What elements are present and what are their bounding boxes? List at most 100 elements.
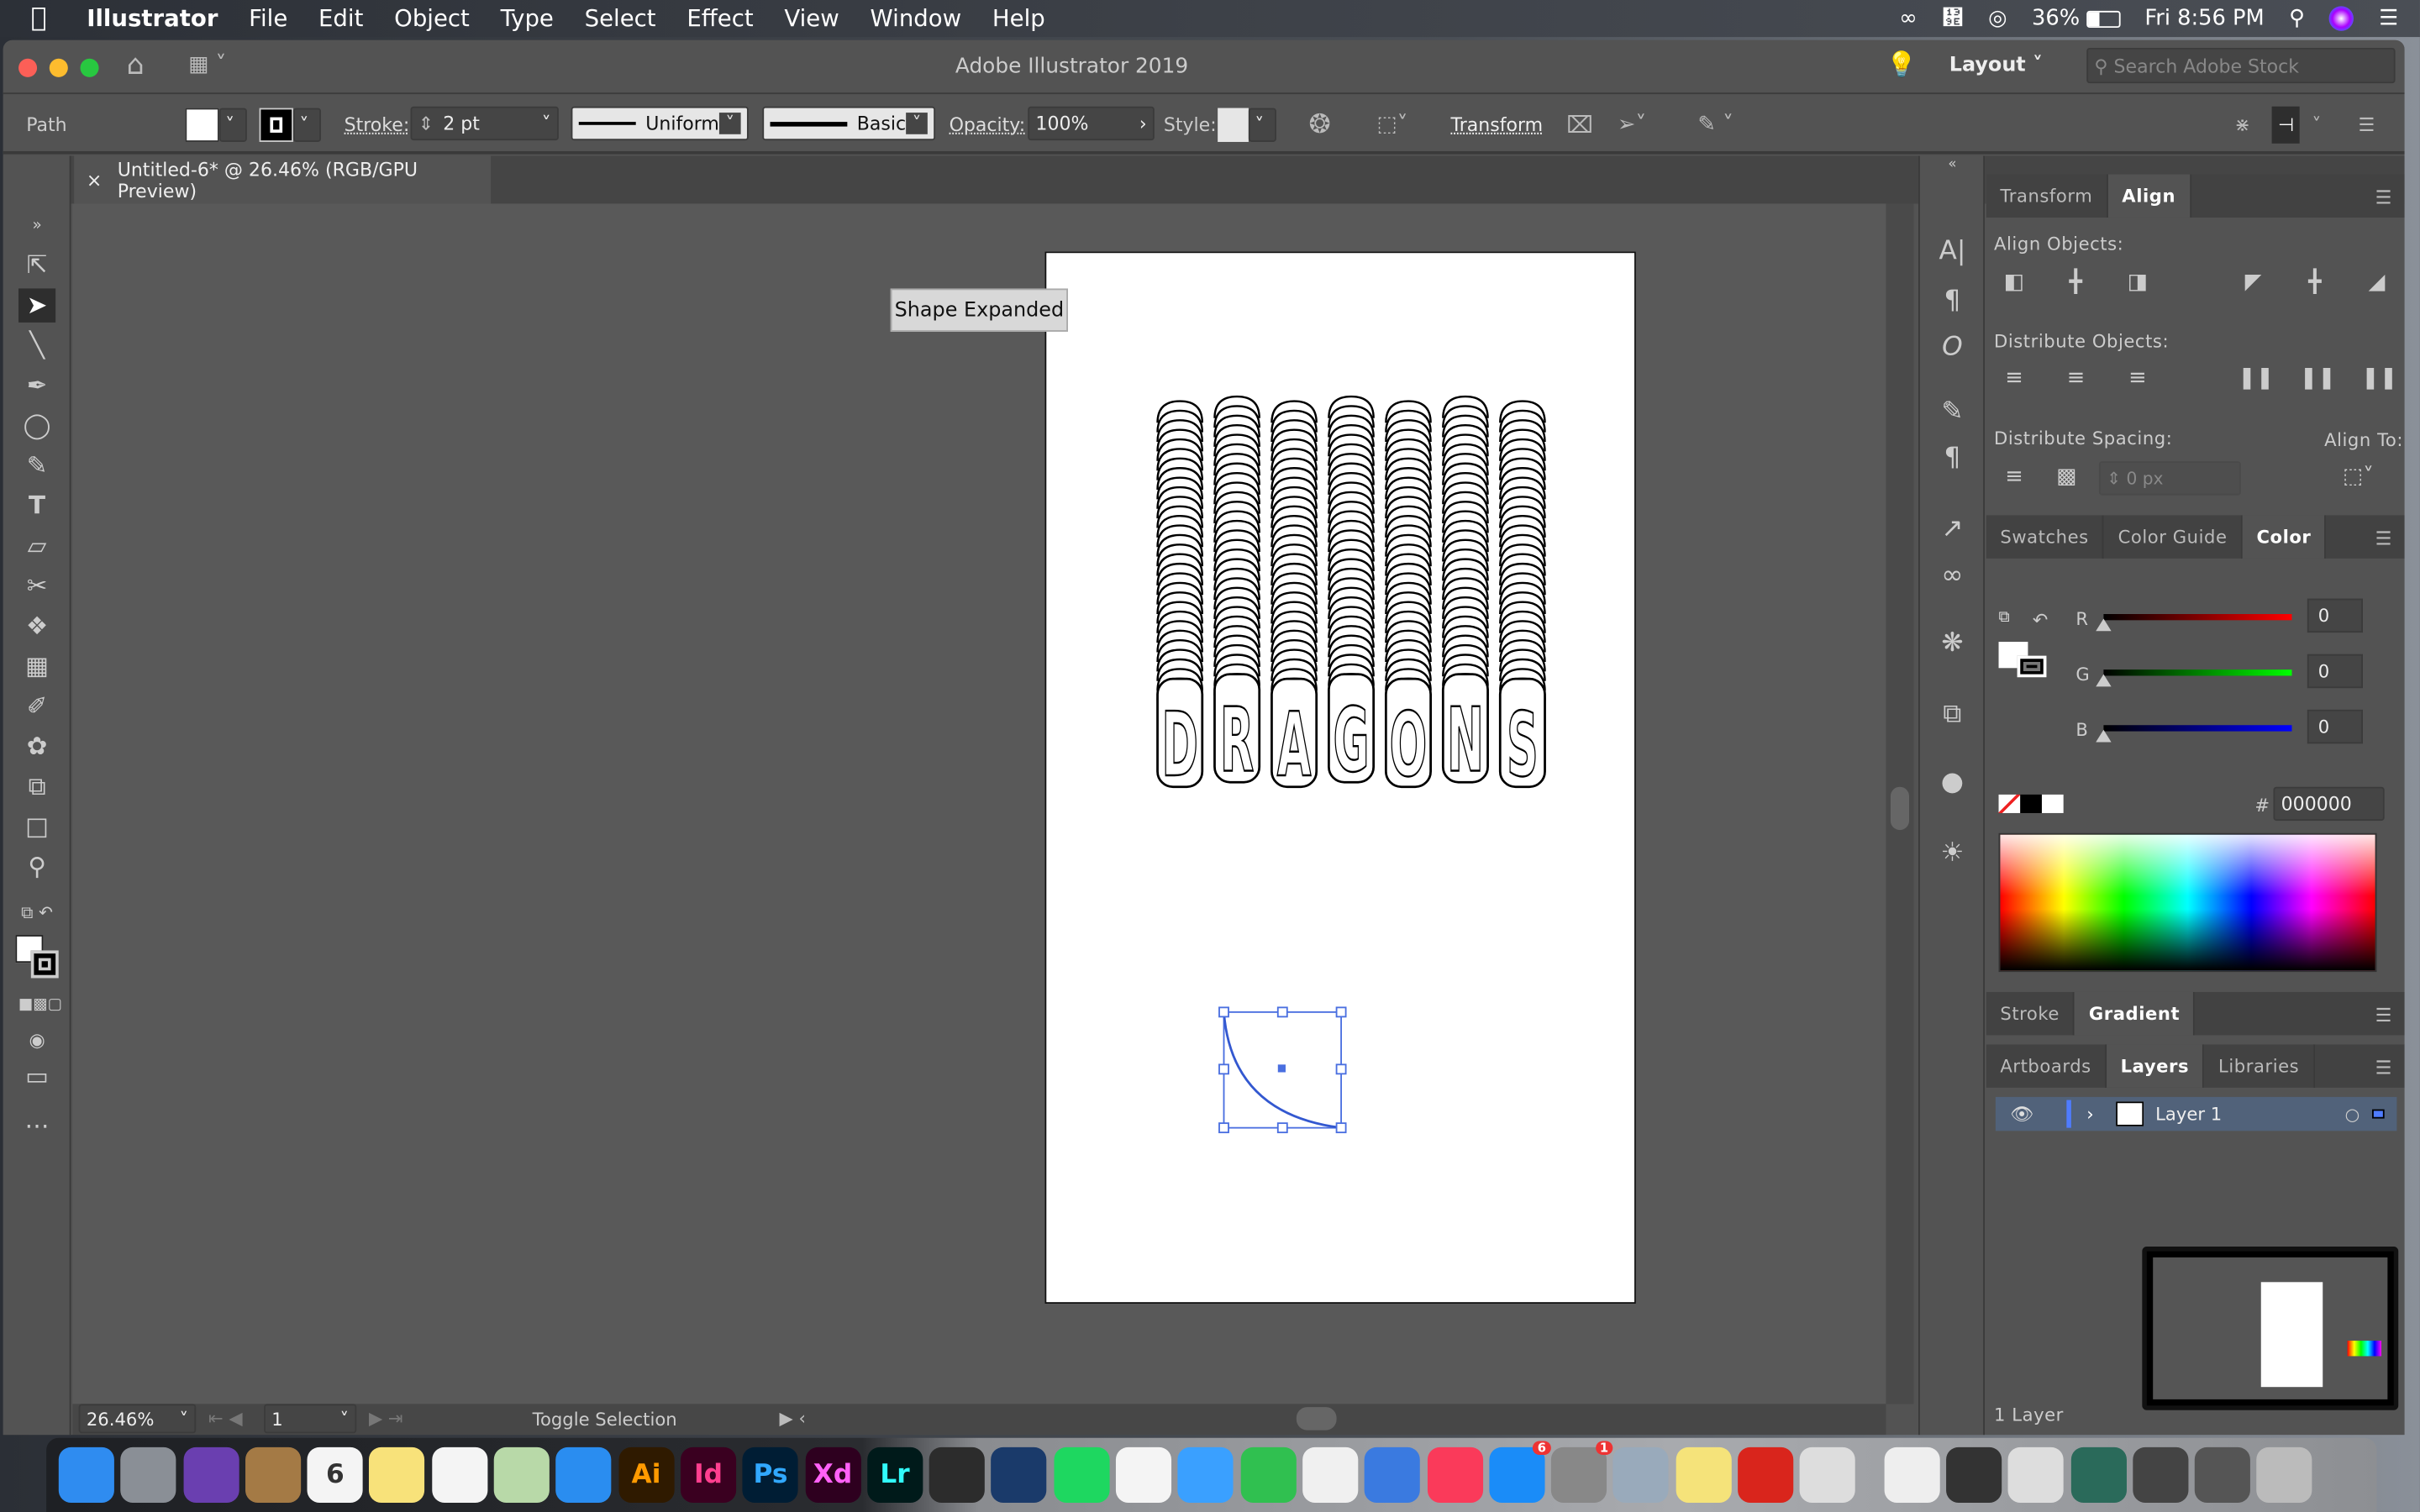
eraser-tool-icon[interactable]: ▱ bbox=[18, 529, 55, 563]
artboard-tool-icon[interactable]: □ bbox=[18, 810, 55, 843]
menu-app[interactable]: Illustrator bbox=[87, 5, 218, 33]
dock-notes[interactable] bbox=[369, 1446, 425, 1503]
recolor-artwork-icon[interactable]: ❂ bbox=[1309, 107, 1331, 144]
next-last-artboard-icon[interactable]: ▶ ⇥ bbox=[369, 1407, 403, 1429]
swap-colors-icon[interactable]: ↶ bbox=[2033, 609, 2048, 631]
shape-builder-tool-icon[interactable]: ⧉ bbox=[18, 770, 55, 804]
zoom-tool-icon[interactable]: ⚲ bbox=[18, 850, 55, 884]
document-tab[interactable]: × Untitled-6* @ 26.46% (RGB/GPU Preview) bbox=[74, 155, 492, 204]
brush-definition[interactable]: Basic ˅ bbox=[762, 106, 936, 141]
transform-link[interactable]: Transform bbox=[1450, 107, 1543, 144]
dock-app-store[interactable]: 6 bbox=[1489, 1441, 1551, 1503]
panel-menu-icon[interactable]: ☰ bbox=[2375, 1057, 2392, 1079]
dock-system-preferences[interactable]: 1 bbox=[1551, 1441, 1613, 1503]
dock-xd[interactable]: Xd bbox=[804, 1446, 861, 1503]
zoom-select[interactable]: 26.46% ˅ bbox=[78, 1404, 197, 1434]
dock-screenshot-4[interactable] bbox=[2070, 1446, 2127, 1503]
puppet-warp-tool-icon[interactable]: ✿ bbox=[18, 730, 55, 764]
distribute-left-icon[interactable]: ❚❚ bbox=[2238, 365, 2274, 390]
menu-effect[interactable]: Effect bbox=[687, 5, 753, 33]
distribute-vcenter-icon[interactable]: ≡ bbox=[2060, 365, 2091, 390]
character-styles-icon[interactable]: ✎ bbox=[1935, 396, 1969, 430]
menu-object[interactable]: Object bbox=[394, 5, 470, 33]
channel-slider[interactable] bbox=[2103, 669, 2292, 676]
menu-view[interactable]: View bbox=[784, 5, 839, 33]
bluetooth-icon[interactable]: ᎞ bbox=[1942, 6, 1964, 30]
dock-screenshot-5[interactable] bbox=[2132, 1446, 2189, 1503]
dock-lightroom[interactable]: Lr bbox=[866, 1446, 923, 1503]
stepper-icon[interactable]: ⇕ bbox=[418, 113, 434, 134]
dock-contacts[interactable] bbox=[245, 1446, 301, 1503]
paragraph-panel-icon[interactable]: ¶ bbox=[1935, 286, 1969, 319]
arrange-documents-icon[interactable]: ▦ ˅ bbox=[188, 52, 226, 76]
dock-photoshop[interactable]: Ps bbox=[742, 1446, 799, 1503]
stroke-label[interactable]: Stroke: bbox=[345, 107, 410, 144]
graphic-style-picker[interactable]: ˅ bbox=[1218, 107, 1276, 144]
dock-stickies[interactable] bbox=[1676, 1446, 1732, 1503]
scissors-tool-icon[interactable]: ✂ bbox=[18, 570, 55, 603]
panel-menu-icon[interactable]: ☰ bbox=[2375, 528, 2392, 549]
dock-creative-cloud[interactable] bbox=[1738, 1446, 1794, 1503]
panel-menu-icon[interactable]: ☰ bbox=[2375, 186, 2392, 208]
artboard[interactable]: DRAGONS bbox=[1044, 251, 1637, 1305]
lightbulb-icon[interactable]: 💡 bbox=[1886, 50, 1917, 79]
dock-printer[interactable] bbox=[1800, 1446, 1856, 1503]
export-panel-icon[interactable]: ↗ bbox=[1935, 514, 1969, 548]
fill-swatch[interactable]: ˅ bbox=[185, 107, 247, 144]
stroke-color-icon[interactable] bbox=[30, 950, 59, 979]
distribute-bottom-icon[interactable]: ≡ bbox=[2122, 365, 2153, 390]
line-tool-icon[interactable]: ╲ bbox=[18, 328, 55, 362]
selection-tool-icon[interactable]: ⇱ bbox=[18, 249, 55, 282]
dock-keynote[interactable] bbox=[1365, 1446, 1421, 1503]
direct-selection-tool-icon[interactable]: ➤ bbox=[18, 288, 56, 323]
collapse-toolbar-icon[interactable]: » bbox=[18, 210, 55, 244]
tab-layers[interactable]: Layers bbox=[2107, 1044, 2205, 1088]
menu-select[interactable]: Select bbox=[585, 5, 656, 33]
dock-spotify[interactable] bbox=[1054, 1446, 1110, 1503]
dock-indesign[interactable]: Id bbox=[680, 1446, 737, 1503]
home-icon[interactable]: ⌂ bbox=[127, 50, 145, 82]
vertical-distribute-space-icon[interactable]: ≡ bbox=[1999, 465, 2030, 489]
pathfinder-panel-icon[interactable]: ⧉ bbox=[1935, 699, 1969, 732]
dock-preview[interactable] bbox=[1613, 1446, 1670, 1503]
select-similar-icon[interactable]: ➢˅ bbox=[1618, 107, 1646, 144]
apple-menu-icon[interactable]:  bbox=[31, 3, 47, 34]
horizontal-distribute-space-icon[interactable]: ▩ bbox=[2051, 465, 2082, 489]
isolate-icon[interactable]: ⌧ bbox=[1566, 107, 1593, 144]
menu-edit[interactable]: Edit bbox=[318, 5, 363, 33]
search-stock-input[interactable]: ⚲ Search Adobe Stock bbox=[2086, 47, 2396, 84]
gradient-tool-icon[interactable]: ▦ bbox=[18, 649, 55, 683]
dock-finder[interactable] bbox=[58, 1446, 114, 1503]
selected-path[interactable] bbox=[1216, 1006, 1349, 1139]
layer-row[interactable]: 👁 › Layer 1 ○ bbox=[1995, 1096, 2397, 1131]
channel-input[interactable]: 0 bbox=[2307, 709, 2363, 744]
control-menu-icon[interactable]: ☰ bbox=[2358, 107, 2375, 144]
menu-file[interactable]: File bbox=[249, 5, 287, 33]
first-prev-artboard-icon[interactable]: ⇤ ◀ bbox=[208, 1407, 243, 1429]
tab-swatches[interactable]: Swatches bbox=[1986, 515, 2105, 559]
dock-screenshot-6[interactable] bbox=[2194, 1446, 2251, 1503]
color-spectrum[interactable] bbox=[1998, 832, 2377, 973]
horizontal-align-right-icon[interactable]: ◨ bbox=[2122, 270, 2153, 294]
scroll-thumb[interactable] bbox=[1890, 786, 1909, 831]
menu-type[interactable]: Type bbox=[501, 5, 554, 33]
tab-stroke[interactable]: Stroke bbox=[1986, 991, 2075, 1036]
draw-mode-icon[interactable]: ◉ bbox=[18, 1023, 55, 1057]
type-tool-icon[interactable]: T bbox=[18, 489, 55, 522]
hex-input[interactable]: 000000 bbox=[2273, 786, 2385, 822]
vertical-align-bottom-icon[interactable]: ◢ bbox=[2361, 270, 2392, 294]
lasso-tool-icon[interactable]: ❖ bbox=[18, 609, 55, 643]
align-to-icon[interactable]: ⬚˅ bbox=[1376, 107, 1407, 144]
paragraph-styles-icon[interactable]: ¶ bbox=[1935, 443, 1969, 476]
align-to-selection-icon[interactable]: ⬚˅ bbox=[2335, 465, 2381, 489]
panel-menu-icon[interactable]: ☰ bbox=[2375, 1005, 2392, 1026]
notification-center-icon[interactable]: ☰ bbox=[2379, 6, 2398, 30]
expand-layer-icon[interactable]: › bbox=[2086, 1103, 2093, 1125]
dock-trash[interactable] bbox=[2256, 1446, 2313, 1503]
dragons-artwork[interactable]: DRAGONS bbox=[1046, 253, 1637, 1305]
tab-artboards[interactable]: Artboards bbox=[1986, 1044, 2107, 1088]
channel-slider[interactable] bbox=[2103, 725, 2292, 732]
channel-input[interactable]: 0 bbox=[2307, 598, 2363, 633]
artboard-select[interactable]: 1 ˅ bbox=[264, 1404, 357, 1434]
dock-screenshot-1[interactable] bbox=[1883, 1446, 1940, 1503]
